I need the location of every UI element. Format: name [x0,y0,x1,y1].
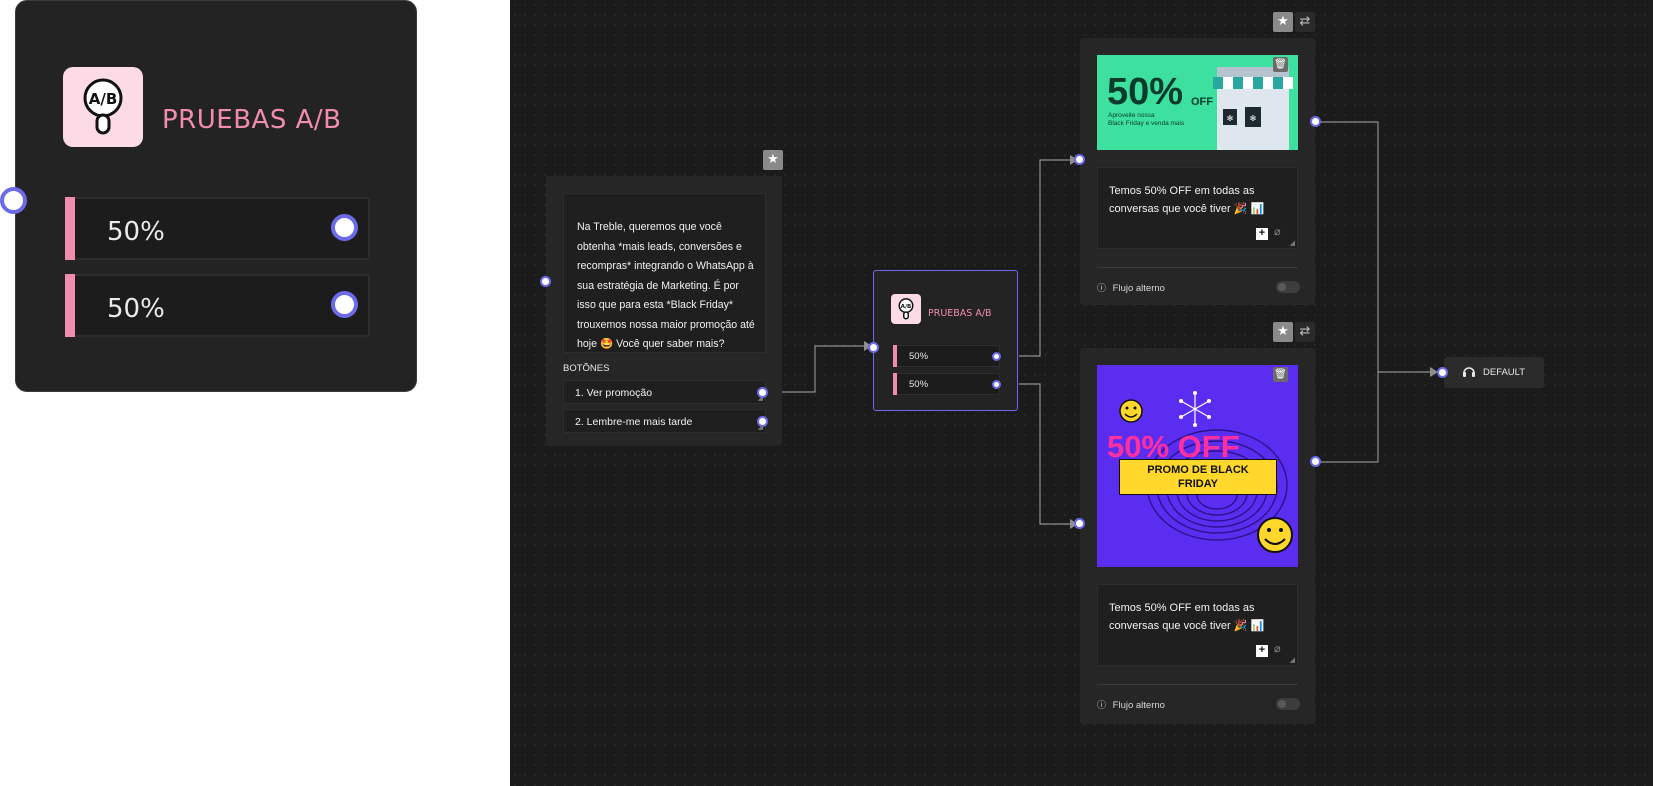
info-icon: ⓘ [1097,700,1107,710]
alt-flow-toggle[interactable] [1276,281,1300,293]
ab-test-icon: A/B [63,67,143,147]
split-accent-bar [65,274,75,337]
button-2-output-port[interactable] [757,416,768,427]
promo-sub-1: Aproveite nossa [1108,112,1155,119]
alt-flow-row: ⓘ Flujo alterno [1097,698,1165,711]
split-accent-bar [893,345,897,367]
storefront-illustration: ✻ ✻ [1213,67,1293,150]
message-text: Na Treble, queremos que você obtenha *ma… [577,221,755,350]
reply-button-label: 1. Ver promoção [575,387,653,399]
ab-output-port-a[interactable] [992,352,1001,361]
caption-box[interactable]: Temos 50% OFF em todas as conversas que … [1097,167,1298,249]
ab-test-icon: A/B [891,294,921,324]
info-icon: ⓘ [1097,283,1107,293]
split-input-b[interactable]: 50% [893,373,1000,395]
attach-icon[interactable]: ⌀ [1274,642,1281,655]
divider [1097,267,1298,268]
alt-flow-row: ⓘ Flujo alterno [1097,281,1165,294]
add-icon[interactable]: + [1256,645,1268,657]
ab-test-node-zoomed[interactable]: A/B PRUEBAS A/B 50% 50% [15,0,417,392]
divider [1097,684,1298,685]
ab-output-port-b[interactable] [992,380,1001,389]
headset-icon [1463,367,1475,377]
caption-box[interactable]: Temos 50% OFF em todas as conversas que … [1097,584,1298,666]
alt-flow-label: Flujo alterno [1112,700,1165,711]
attach-icon[interactable]: ⌀ [1274,225,1281,238]
promo-headline: 50% [1107,71,1184,113]
media-top-output-port[interactable] [1310,116,1321,127]
split-input-b[interactable]: 50% [65,274,370,337]
promo-banner-line-1: PROMO DE BLACK [1147,464,1249,476]
message-input-port[interactable] [540,276,551,287]
swap-icon[interactable]: ⇄ [1295,12,1315,32]
caption-text: Temos 50% OFF em todas as conversas que … [1109,185,1265,215]
ab-test-node[interactable]: A/B PRUEBAS A/B 50% 50% [873,270,1018,411]
media-top-input-port[interactable] [1074,154,1085,165]
default-label: DEFAULT [1483,367,1526,378]
output-port-a[interactable] [331,214,358,241]
default-node[interactable]: DEFAULT [1444,357,1544,388]
input-port[interactable] [0,187,27,214]
ab-test-title: PRUEBAS A/B [162,105,342,135]
ab-test-title: PRUEBAS A/B [928,308,992,319]
caption-text: Temos 50% OFF em todas as conversas que … [1109,602,1265,632]
delete-icon[interactable]: 🗑 [1273,57,1288,72]
resize-handle-icon[interactable]: ◢ [1290,239,1295,247]
svg-text:✻: ✻ [1250,114,1257,123]
split-input-a[interactable]: 50% [65,197,370,260]
message-node[interactable]: Na Treble, queremos que você obtenha *ma… [546,176,782,446]
add-icon[interactable]: + [1256,228,1268,240]
message-text-box[interactable]: Na Treble, queremos que você obtenha *ma… [563,193,766,353]
split-value: 50% [909,379,929,390]
split-input-a[interactable]: 50% [893,345,1000,367]
star-button[interactable]: ★ [763,150,783,170]
delete-icon[interactable]: 🗑 [1273,367,1288,382]
promo-banner: PROMO DE BLACK FRIDAY [1119,459,1277,495]
alt-flow-toggle[interactable] [1276,698,1300,710]
promo-sub-2: Black Friday e venda mais [1108,120,1185,127]
promo-banner-line-2: FRIDAY [1178,478,1218,490]
promo-image-green: 50% OFF Aproveite nossa Black Friday e v… [1097,55,1298,150]
split-value: 50% [107,217,165,247]
promo-image-purple: 50% OFF PROMO DE BLACK FRIDAY 🗑 [1097,365,1298,567]
media-bottom-input-port[interactable] [1074,518,1085,529]
svg-text:A/B: A/B [89,90,118,108]
flow-canvas[interactable]: ★ Na Treble, queremos que você obtenha *… [510,0,1653,786]
swap-icon[interactable]: ⇄ [1295,322,1315,342]
svg-text:A/B: A/B [901,304,912,310]
split-value: 50% [107,294,165,324]
ab-input-port[interactable] [868,342,879,353]
reply-button-1[interactable]: 1. Ver promoção ◢ [563,380,766,404]
reply-button-2[interactable]: 2. Lembre-me mais tarde ◢ [563,409,766,433]
media-bottom-output-port[interactable] [1310,456,1321,467]
output-port-b[interactable] [331,291,358,318]
media-node-top[interactable]: 50% OFF Aproveite nossa Black Friday e v… [1080,38,1315,305]
buttons-label: BOTÕNES [563,363,610,374]
alt-flow-label: Flujo alterno [1112,283,1165,294]
star-button[interactable]: ★ [1273,12,1293,32]
default-input-port[interactable] [1437,367,1448,378]
split-value: 50% [909,351,929,362]
star-button[interactable]: ★ [1273,322,1293,342]
media-node-bottom[interactable]: 50% OFF PROMO DE BLACK FRIDAY 🗑 Temos 50… [1080,348,1315,724]
resize-handle-icon[interactable]: ◢ [1290,656,1295,664]
button-1-output-port[interactable] [757,387,768,398]
split-accent-bar [893,373,897,395]
split-accent-bar [65,197,75,260]
reply-button-label: 2. Lembre-me mais tarde [575,416,693,428]
svg-text:✻: ✻ [1227,114,1234,123]
